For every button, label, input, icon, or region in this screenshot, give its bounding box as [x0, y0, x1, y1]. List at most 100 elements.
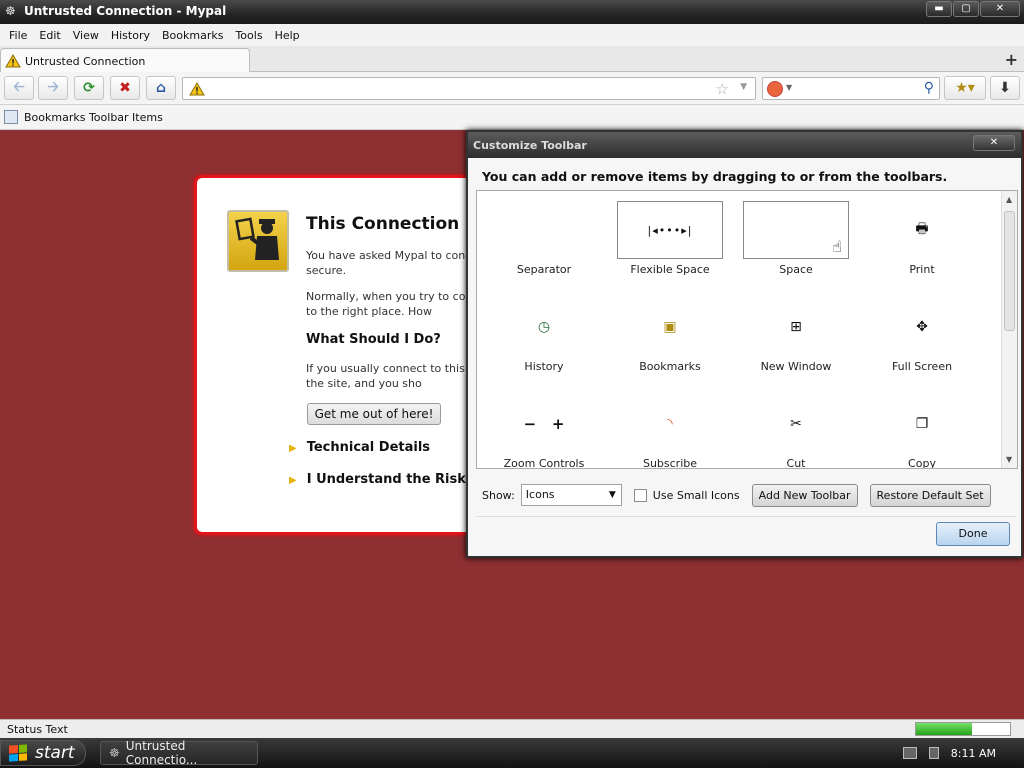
palette-item-label: Print	[909, 263, 935, 276]
back-button[interactable]: 🡠	[4, 76, 34, 100]
menu-history[interactable]: History	[111, 29, 150, 42]
palette-scrollbar[interactable]: ▲ ▼	[1001, 191, 1017, 468]
maximize-button[interactable]: ▢	[953, 1, 979, 17]
palette-item-new-window[interactable]: ⊞ New Window	[733, 298, 859, 373]
palette-item-cut[interactable]: ✂ Cut	[733, 395, 859, 469]
windows-logo-icon	[9, 744, 27, 762]
bookmarks-folder-icon	[4, 110, 18, 124]
window-titlebar: ☸ Untrusted Connection - Mypal ▬ ▢ ✕	[0, 0, 1024, 24]
palette-item-history[interactable]: ◷ History	[481, 298, 607, 373]
clock[interactable]: 8:11 AM	[951, 747, 996, 760]
add-new-toolbar-button[interactable]: Add New Toolbar	[751, 483, 858, 507]
menu-view[interactable]: View	[73, 29, 99, 42]
toolbar-palette: Separator |◂•••▸| Flexible Space ☝ Space…	[476, 190, 1018, 469]
search-engine-dropdown-icon[interactable]: ▼	[786, 83, 792, 92]
menu-bookmarks[interactable]: Bookmarks	[162, 29, 223, 42]
separator-icon	[481, 201, 607, 259]
understand-risks-label: I Understand the Risks	[306, 472, 474, 487]
palette-item-label: Subscribe	[642, 457, 698, 469]
use-small-icons-label: Use Small Icons	[652, 488, 740, 502]
security-officer-icon	[227, 210, 289, 272]
palette-item-label: History	[524, 360, 564, 373]
menu-file[interactable]: File	[9, 29, 27, 42]
url-bar[interactable]: ☆ ▼	[182, 77, 756, 100]
close-window-button[interactable]: ✕	[980, 1, 1020, 17]
get-me-out-button[interactable]: Get me out of here!	[307, 403, 441, 425]
menu-help[interactable]: Help	[275, 29, 300, 42]
scroll-up-icon[interactable]: ▲	[1006, 195, 1012, 204]
palette-item-full-screen[interactable]: ✥ Full Screen	[859, 298, 985, 373]
start-label: start	[35, 743, 75, 763]
menu-edit[interactable]: Edit	[39, 29, 60, 42]
search-icon[interactable]: ⚲	[924, 80, 934, 96]
palette-item-label: Separator	[516, 263, 572, 276]
forward-button[interactable]: 🡢	[38, 76, 68, 100]
downloads-button[interactable]: ⬇	[990, 76, 1020, 100]
palette-item-print[interactable]: 🖶 Print	[859, 201, 985, 276]
dialog-options-row: Show: Icons ▼ Use Small Icons Add New To…	[482, 483, 1012, 507]
keyboard-icon[interactable]	[902, 747, 917, 759]
mypal-logo-icon: ☸	[109, 746, 120, 760]
bookmarks-icon: ▣	[663, 319, 677, 335]
done-button[interactable]: Done	[936, 522, 1010, 546]
search-engine-icon[interactable]	[767, 81, 783, 97]
url-dropdown-icon[interactable]: ▼	[740, 82, 747, 92]
minimize-button[interactable]: ▬	[926, 1, 952, 17]
home-icon: ⌂	[155, 80, 167, 96]
palette-item-label: Zoom Controls	[503, 457, 585, 469]
taskbar-item-mypal[interactable]: ☸ Untrusted Connectio...	[100, 739, 258, 767]
zoom-controls-icon: − +	[523, 415, 565, 433]
home-button[interactable]: ⌂	[146, 76, 176, 100]
palette-item-label: Cut	[786, 457, 806, 469]
bookmark-star-icon[interactable]: ☆	[716, 80, 729, 98]
palette-item-label: New Window	[760, 360, 832, 373]
stop-button[interactable]: ✖	[110, 76, 140, 100]
tab-label: Untrusted Connection	[25, 54, 146, 68]
scroll-down-icon[interactable]: ▼	[1006, 455, 1012, 464]
new-tab-button[interactable]: +	[1005, 50, 1018, 69]
palette-item-label: Bookmarks	[639, 360, 701, 373]
hand-cursor-icon: ☝	[832, 237, 842, 256]
subscribe-icon: ◝	[667, 416, 673, 432]
palette-item-space[interactable]: ☝ Space	[733, 201, 859, 276]
tab-untrusted-connection[interactable]: Untrusted Connection	[0, 48, 250, 73]
progress-bar	[915, 722, 1011, 736]
use-small-icons-checkbox[interactable]	[633, 488, 647, 502]
restore-default-set-button[interactable]: Restore Default Set	[869, 483, 991, 507]
palette-item-label: Space	[779, 263, 813, 276]
error-paragraph-2: Normally, when you try to connect are go…	[306, 290, 481, 318]
palette-item-flexible-space[interactable]: |◂•••▸| Flexible Space	[607, 201, 733, 276]
error-paragraph-3: If you usually connect to this site impe…	[306, 362, 481, 390]
palette-item-copy[interactable]: ❐ Copy	[859, 395, 985, 469]
history-icon: ◷	[537, 319, 551, 335]
show-select[interactable]: Icons ▼	[520, 484, 622, 506]
error-page-box: This Connection is You have asked Mypal …	[194, 175, 484, 535]
understand-risks-expander[interactable]: ▶ I Understand the Risks	[289, 472, 474, 487]
mypal-logo-icon: ☸	[5, 4, 16, 18]
reload-button[interactable]: ⟳	[74, 76, 104, 100]
palette-item-label: Copy	[908, 457, 936, 469]
menu-tools[interactable]: Tools	[235, 29, 262, 42]
window-controls: ▬ ▢ ✕	[925, 1, 1020, 17]
palette-item-label: Full Screen	[891, 360, 953, 373]
technical-details-expander[interactable]: ▶ Technical Details	[289, 440, 430, 455]
scrollbar-thumb[interactable]	[1004, 211, 1015, 331]
bookmarks-star-icon: ★▾	[955, 80, 975, 96]
bookmarks-toolbar-items[interactable]: Bookmarks Toolbar Items	[24, 111, 163, 124]
status-bar: Status Text	[0, 719, 1024, 738]
start-button[interactable]: start	[0, 740, 86, 766]
print-icon: 🖶	[915, 221, 929, 237]
customize-toolbar-dialog: Customize Toolbar ✕ You can add or remov…	[466, 130, 1023, 558]
error-paragraph-1: You have asked Mypal to connect connecti…	[306, 249, 481, 277]
site-warning-icon	[189, 82, 205, 96]
dialog-instructions: You can add or remove items by dragging …	[482, 169, 948, 184]
palette-item-separator[interactable]: Separator	[481, 201, 607, 276]
progress-fill	[916, 723, 973, 735]
dialog-close-button[interactable]: ✕	[973, 135, 1015, 151]
network-icon[interactable]	[928, 747, 939, 759]
palette-item-bookmarks[interactable]: ▣ Bookmarks	[607, 298, 733, 373]
palette-item-subscribe[interactable]: ◝ Subscribe	[607, 395, 733, 469]
bookmarks-menu-button[interactable]: ★▾	[944, 76, 986, 100]
palette-item-zoom-controls[interactable]: − + Zoom Controls	[481, 395, 607, 469]
search-bar[interactable]: ▼ ⚲	[762, 77, 940, 100]
